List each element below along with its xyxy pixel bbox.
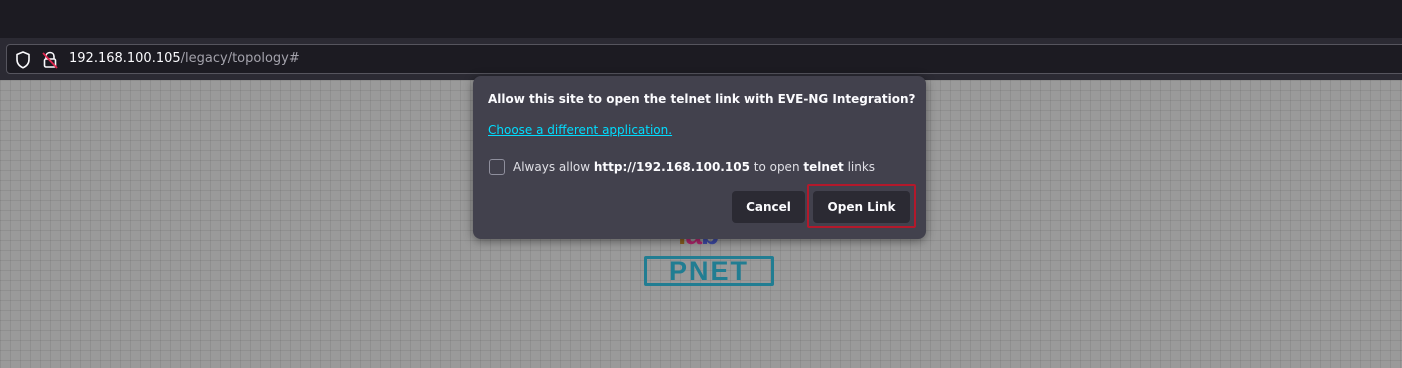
cancel-button[interactable]: Cancel (732, 191, 805, 223)
tracking-protection-shield-icon[interactable] (15, 51, 31, 73)
dialog-title: Allow this site to open the telnet link … (488, 92, 916, 106)
choose-different-application-link[interactable]: Choose a different application. (488, 123, 672, 137)
logo-pnet-box: PNET (644, 256, 774, 286)
open-external-link-dialog: Allow this site to open the telnet link … (473, 76, 926, 239)
url-text[interactable]: 192.168.100.105/legacy/topology# (69, 51, 300, 66)
open-link-button[interactable]: Open Link (813, 191, 910, 223)
browser-tab-strip (0, 0, 1402, 38)
url-path: /legacy/topology# (180, 51, 300, 66)
url-host: 192.168.100.105 (69, 51, 181, 66)
address-bar[interactable]: 192.168.100.105/legacy/topology# (6, 44, 1402, 74)
always-allow-label[interactable]: Always allow http://192.168.100.105 to o… (513, 160, 875, 174)
always-allow-checkbox[interactable] (489, 159, 505, 175)
browser-navigation-bar: 192.168.100.105/legacy/topology# (0, 38, 1402, 80)
logo-pnet-text: PNET (668, 256, 749, 286)
insecure-connection-lock-icon[interactable] (41, 50, 59, 74)
